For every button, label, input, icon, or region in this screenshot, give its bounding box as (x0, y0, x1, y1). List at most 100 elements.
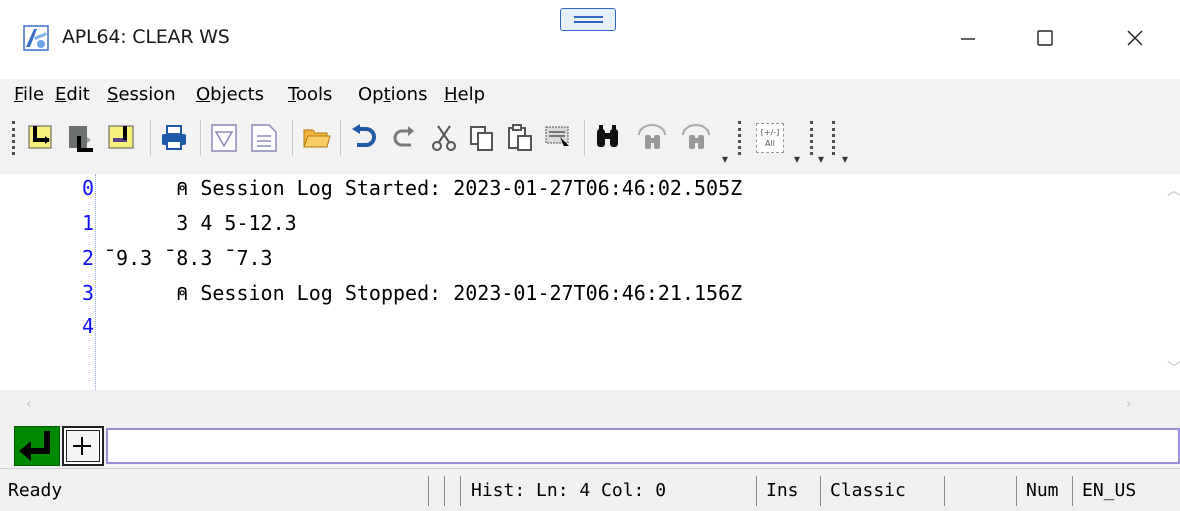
menu-session[interactable]: Session (107, 84, 176, 105)
toolbar-overflow-dropdown[interactable]: ▾ (818, 152, 824, 166)
status-divider (460, 476, 461, 506)
apl64-window: APL64: CLEAR WS File Edit Session Object… (0, 0, 1180, 511)
toggle-all-label-top: [+/-] (760, 128, 780, 137)
toolbar-grip[interactable] (738, 121, 741, 155)
cut-button[interactable] (426, 120, 462, 156)
menu-tools-hotkey: T (288, 84, 296, 105)
toolbar-grip[interactable] (832, 121, 835, 155)
menu-options[interactable]: Options (358, 84, 427, 105)
menu-tools[interactable]: Tools (288, 84, 332, 105)
scroll-right-icon[interactable]: › (1126, 396, 1132, 412)
find-button[interactable] (590, 120, 626, 156)
menu-tools-label: ools (295, 84, 333, 105)
toolbar-grip[interactable] (12, 121, 15, 155)
find-next-icon (682, 124, 710, 149)
menu-objects-hotkey: O (196, 84, 211, 105)
session-line[interactable]: ⍝ Session Log Started: 2023-01-27T06:46:… (104, 176, 742, 200)
menu-edit-label: dit (66, 84, 90, 105)
status-keyboard-mode: Classic (830, 480, 906, 501)
horizontal-scrollbar[interactable]: ‹ › (0, 390, 1180, 422)
session-line[interactable]: 3 4 5-12.3 (104, 211, 296, 235)
toolbar-overflow-dropdown[interactable]: ▾ (722, 152, 728, 166)
maximize-icon (1037, 30, 1053, 46)
step-over-button[interactable] (64, 120, 100, 156)
toggle-all-label-bottom: All (765, 139, 775, 148)
select-block-button[interactable] (540, 120, 576, 156)
expand-plus-button[interactable] (62, 426, 104, 466)
close-button[interactable] (1105, 18, 1165, 58)
open-folder-icon (303, 129, 331, 148)
line-number: 2 (81, 246, 94, 270)
line-number: 3 (81, 281, 94, 305)
menu-session-hotkey: S (107, 84, 119, 105)
toolbar-grip[interactable] (810, 121, 813, 155)
toggle-all-icon: [+/-] All (756, 123, 784, 153)
line-number: 1 (81, 211, 94, 235)
document-button[interactable] (246, 120, 282, 156)
menu-options-prefix: Op (358, 84, 384, 105)
copy-icon (470, 126, 493, 151)
window-title: APL64: CLEAR WS (62, 26, 230, 48)
vertical-scrollbar[interactable]: ︿ ﹀ (1164, 174, 1180, 390)
step-out-button[interactable] (104, 120, 140, 156)
scroll-up-icon[interactable]: ︿ (1167, 180, 1180, 200)
menu-help[interactable]: Help (444, 84, 485, 105)
status-divider (1072, 476, 1073, 506)
status-num-lock: Num (1026, 480, 1059, 501)
menu-options-hotkey: t (383, 84, 391, 105)
snap-layout-handle[interactable] (560, 8, 616, 31)
session-input[interactable] (106, 428, 1180, 464)
copy-button[interactable] (464, 120, 500, 156)
open-folder-button[interactable] (298, 120, 334, 156)
line-number: 0 (81, 176, 94, 200)
apl64-app-icon (23, 25, 49, 51)
find-previous-button[interactable] (632, 120, 672, 156)
menu-edit[interactable]: Edit (55, 84, 90, 105)
toolbar-overflow-dropdown[interactable]: ▾ (842, 152, 848, 166)
menu-file-hotkey: F (14, 84, 24, 105)
menu-session-label: ession (118, 84, 176, 105)
filter-button[interactable] (206, 120, 242, 156)
line-number: 4 (81, 314, 94, 338)
title-bar[interactable]: APL64: CLEAR WS (0, 0, 1180, 80)
menu-options-label: ions (390, 84, 428, 105)
enter-button[interactable] (14, 426, 60, 466)
status-state: Ready (8, 480, 63, 501)
toolbar-separator (340, 120, 341, 156)
step-into-icon (28, 125, 52, 149)
toolbar-overflow-dropdown[interactable]: ▾ (794, 152, 800, 166)
find-next-button[interactable] (676, 120, 716, 156)
select-block-icon (545, 126, 569, 151)
status-locale: EN_US (1082, 480, 1137, 501)
undo-button[interactable] (346, 120, 382, 156)
status-divider (428, 476, 429, 506)
find-previous-icon (638, 124, 666, 149)
menu-file[interactable]: File (14, 84, 44, 105)
toolbar-separator (200, 120, 201, 156)
session-line[interactable]: ⍝ Session Log Stopped: 2023-01-27T06:46:… (104, 281, 742, 305)
scroll-down-icon[interactable]: ﹀ (1167, 358, 1180, 378)
minimize-button[interactable] (938, 18, 998, 58)
status-divider (944, 476, 945, 506)
scroll-left-icon[interactable]: ‹ (26, 396, 32, 412)
menu-file-label: ile (23, 84, 45, 105)
menu-objects[interactable]: Objects (196, 84, 264, 105)
enter-icon (19, 431, 50, 461)
step-over-icon (69, 126, 93, 152)
step-out-icon (108, 125, 134, 149)
toolbar-separator (150, 120, 151, 156)
toolbar-separator (292, 120, 293, 156)
toggle-all-button[interactable]: [+/-] All (752, 120, 788, 156)
cut-icon (432, 125, 456, 151)
status-divider (444, 476, 445, 506)
session-line[interactable]: ¯9.3 ¯8.3 ¯7.3 (104, 246, 273, 270)
maximize-button[interactable] (1015, 18, 1075, 58)
paste-button[interactable] (502, 120, 538, 156)
menu-objects-label: bjects (210, 84, 265, 105)
print-button[interactable] (156, 120, 192, 156)
redo-button[interactable] (386, 120, 422, 156)
step-into-button[interactable] (24, 120, 60, 156)
menu-bar (0, 80, 1180, 114)
document-icon (251, 124, 277, 152)
paste-icon (508, 124, 532, 151)
